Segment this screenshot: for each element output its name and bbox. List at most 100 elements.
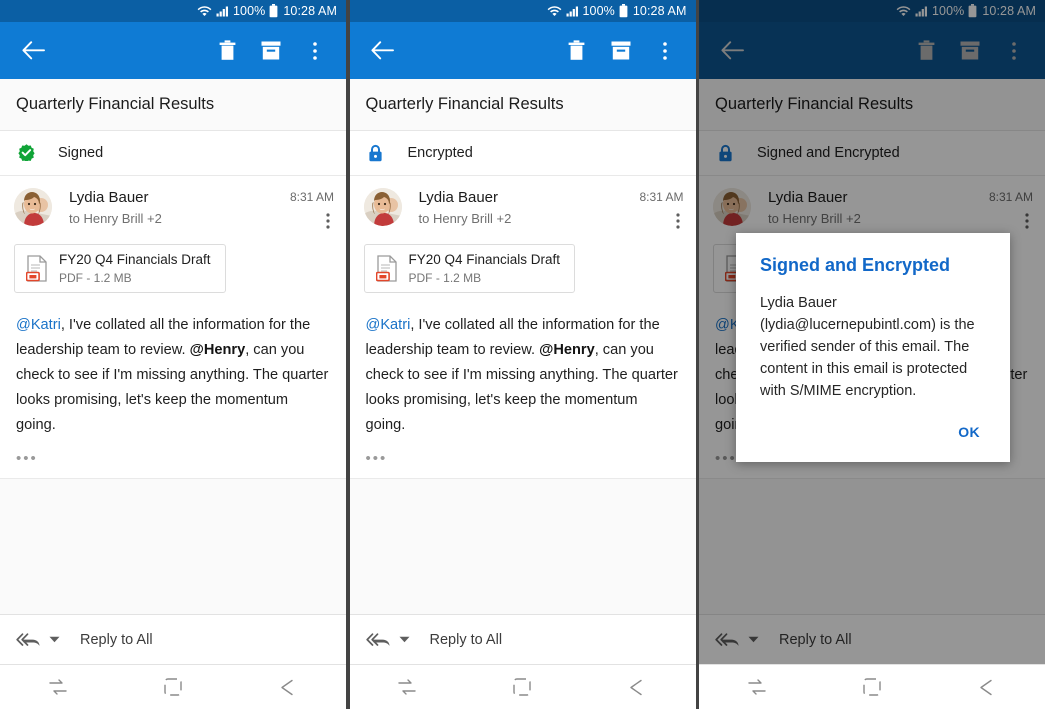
status-time: 10:28 AM (982, 4, 1036, 18)
status-time: 10:28 AM (633, 4, 687, 18)
reply-all-icon[interactable] (715, 632, 741, 648)
sender-meta: 8:31 AM (639, 188, 683, 234)
dialog-body: Lydia Bauer (lydia@lucernepubintl.com) i… (760, 292, 986, 402)
home-icon[interactable] (138, 665, 208, 709)
phone-screen-encrypted: 100% 10:28 AM (350, 0, 696, 709)
email-time: 8:31 AM (989, 190, 1033, 204)
sender-info: Lydia Bauer to Henry Brill +2 (768, 188, 989, 226)
home-icon[interactable] (837, 665, 907, 709)
android-nav-bar (350, 664, 696, 709)
security-info-dialog: Signed and Encrypted Lydia Bauer (lydia@… (736, 233, 1010, 462)
recents-icon[interactable] (372, 665, 442, 709)
page-title: Quarterly Financial Results (0, 79, 346, 131)
status-bar: 100% 10:28 AM (0, 0, 346, 22)
body-filler (699, 478, 1045, 614)
back-icon[interactable] (952, 665, 1022, 709)
mention-katri[interactable]: @Katri (366, 317, 411, 333)
cellular-signal-icon (566, 5, 580, 17)
more-vertical-icon[interactable] (326, 213, 334, 234)
wifi-icon (547, 5, 562, 17)
lock-icon (715, 144, 735, 162)
lock-icon (366, 144, 386, 162)
phone-screen-signed-and-encrypted-dialog: 100% 10:28 AM (699, 0, 1045, 709)
email-body: @Katri, I've collated all the informatio… (350, 293, 696, 438)
cellular-signal-icon (915, 5, 929, 17)
more-vertical-icon[interactable] (648, 34, 682, 68)
archive-icon[interactable] (604, 34, 638, 68)
recents-icon[interactable] (23, 665, 93, 709)
attachment-area: FY20 Q4 Financials Draft PDF - 1.2 MB (0, 244, 346, 293)
security-status-row[interactable]: Encrypted (350, 131, 696, 176)
back-arrow-icon[interactable] (16, 34, 50, 68)
mention-katri[interactable]: @Katri (16, 317, 61, 333)
more-vertical-icon[interactable] (298, 34, 332, 68)
phone-screen-signed: 100% 10:28 AM (0, 0, 346, 709)
reply-all-icon[interactable] (16, 632, 42, 648)
archive-icon[interactable] (254, 34, 288, 68)
back-icon[interactable] (603, 665, 673, 709)
attachment-chip[interactable]: FY20 Q4 Financials Draft PDF - 1.2 MB (14, 244, 226, 293)
app-bar (699, 22, 1045, 79)
sender-meta: 8:31 AM (290, 188, 334, 234)
back-arrow-icon[interactable] (366, 34, 400, 68)
dialog-title: Signed and Encrypted (760, 255, 986, 277)
trash-icon[interactable] (909, 34, 943, 68)
security-status-row[interactable]: Signed and Encrypted (699, 131, 1045, 176)
signed-badge-icon (16, 144, 36, 161)
ok-button[interactable]: OK (952, 420, 986, 444)
expand-quoted-text-button[interactable]: ••• (350, 438, 696, 478)
more-vertical-icon[interactable] (676, 213, 684, 234)
security-status-label: Encrypted (408, 145, 473, 161)
pdf-file-icon (374, 253, 400, 283)
sender-recipients[interactable]: to Henry Brill +2 (69, 211, 290, 226)
expand-quoted-text-button[interactable]: ••• (0, 438, 346, 478)
email-body: @Katri, I've collated all the informatio… (0, 293, 346, 438)
reply-bar[interactable]: Reply to All (0, 614, 346, 664)
back-icon[interactable] (253, 665, 323, 709)
sender-recipients[interactable]: to Henry Brill +2 (768, 211, 989, 226)
reply-all-label[interactable]: Reply to All (80, 632, 153, 648)
wifi-icon (197, 5, 212, 17)
chevron-down-icon[interactable] (49, 636, 60, 643)
attachment-chip[interactable]: FY20 Q4 Financials Draft PDF - 1.2 MB (364, 244, 576, 293)
avatar[interactable] (713, 188, 751, 226)
security-status-label: Signed (58, 145, 103, 161)
sender-info: Lydia Bauer to Henry Brill +2 (419, 188, 640, 226)
trash-icon[interactable] (210, 34, 244, 68)
recents-icon[interactable] (722, 665, 792, 709)
more-vertical-icon[interactable] (1025, 213, 1033, 234)
more-vertical-icon[interactable] (997, 34, 1031, 68)
status-bar: 100% 10:28 AM (699, 0, 1045, 22)
avatar[interactable] (14, 188, 52, 226)
battery-full-icon (968, 4, 977, 18)
wifi-icon (896, 5, 911, 17)
mention-henry[interactable]: @Henry (190, 342, 246, 358)
sender-row[interactable]: Lydia Bauer to Henry Brill +2 8:31 AM (350, 176, 696, 244)
attachment-text: FY20 Q4 Financials Draft PDF - 1.2 MB (409, 252, 561, 285)
attachment-meta: PDF - 1.2 MB (59, 271, 211, 285)
battery-percent: 100% (932, 4, 964, 18)
trash-icon[interactable] (560, 34, 594, 68)
page-title: Quarterly Financial Results (350, 79, 696, 131)
security-status-label: Signed and Encrypted (757, 145, 900, 161)
back-arrow-icon[interactable] (715, 34, 749, 68)
attachment-name: FY20 Q4 Financials Draft (409, 252, 561, 268)
chevron-down-icon[interactable] (748, 636, 759, 643)
archive-icon[interactable] (953, 34, 987, 68)
reply-all-label[interactable]: Reply to All (779, 632, 852, 648)
reply-bar[interactable]: Reply to All (350, 614, 696, 664)
dialog-actions: OK (760, 402, 986, 452)
reply-all-icon[interactable] (366, 632, 392, 648)
avatar[interactable] (364, 188, 402, 226)
body-filler (350, 478, 696, 614)
security-status-row[interactable]: Signed (0, 131, 346, 176)
mention-henry[interactable]: @Henry (539, 342, 595, 358)
body-filler (0, 478, 346, 614)
sender-recipients[interactable]: to Henry Brill +2 (419, 211, 640, 226)
home-icon[interactable] (487, 665, 557, 709)
reply-bar[interactable]: Reply to All (699, 614, 1045, 664)
sender-row[interactable]: Lydia Bauer to Henry Brill +2 8:31 AM (0, 176, 346, 244)
chevron-down-icon[interactable] (399, 636, 410, 643)
app-bar (0, 22, 346, 79)
reply-all-label[interactable]: Reply to All (430, 632, 503, 648)
